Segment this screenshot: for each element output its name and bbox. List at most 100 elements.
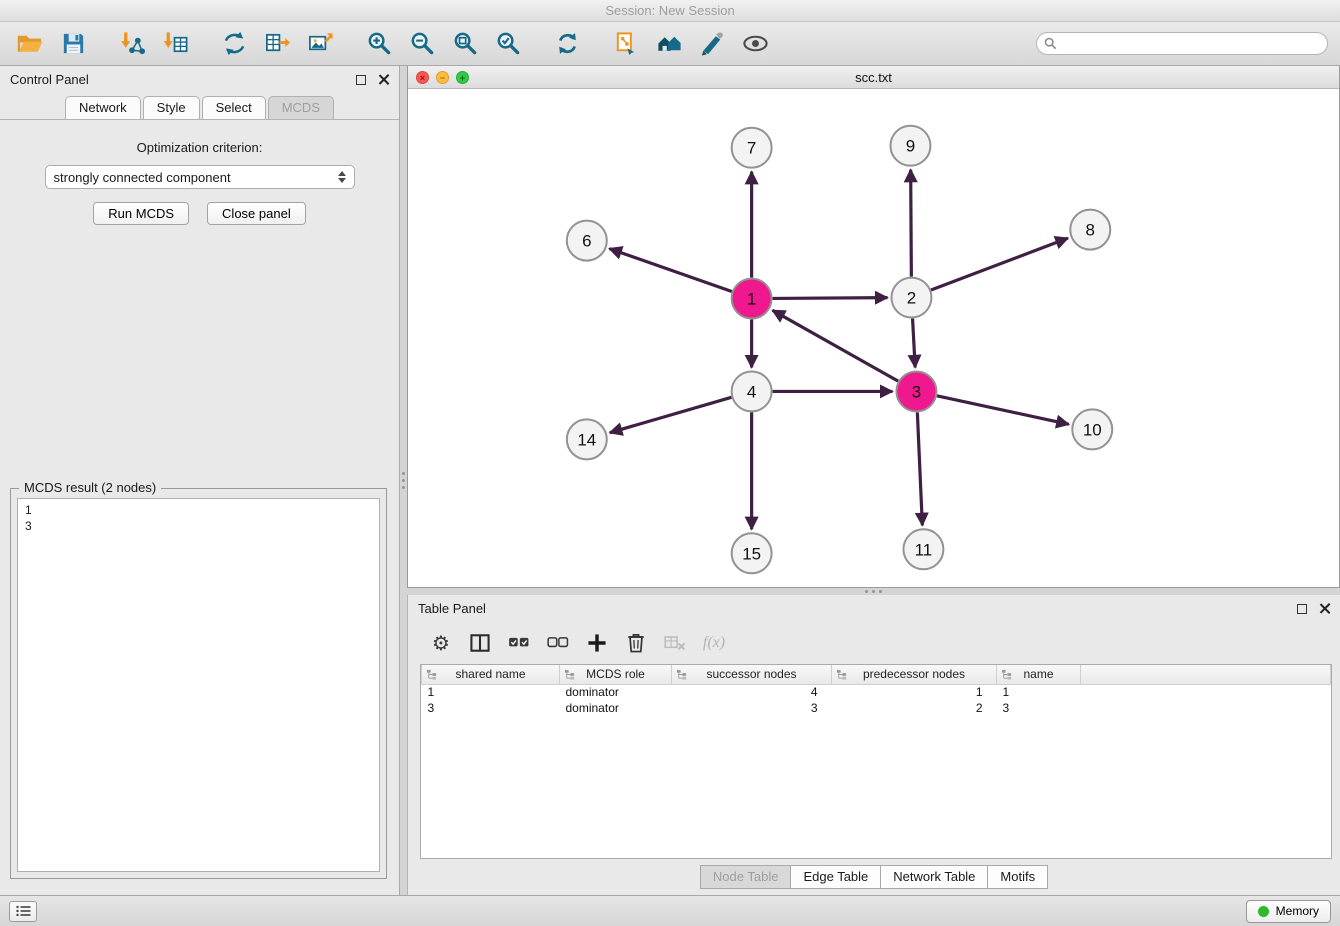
tab-network-table[interactable]: Network Table xyxy=(880,865,988,889)
node-label: 10 xyxy=(1083,420,1102,439)
attribute-type-icon xyxy=(676,669,687,683)
run-mcds-button[interactable]: Run MCDS xyxy=(93,202,189,225)
zoom-fit-icon[interactable] xyxy=(447,26,483,62)
add-column-icon[interactable] xyxy=(582,630,612,656)
column-header-name[interactable]: name xyxy=(997,665,1081,684)
node-10[interactable]: 10 xyxy=(1072,409,1112,449)
zoom-selected-icon[interactable] xyxy=(490,26,526,62)
cell-filler xyxy=(1081,684,1331,700)
export-image-icon[interactable] xyxy=(302,26,338,62)
cell-predecessor-nodes[interactable]: 1 xyxy=(832,684,997,700)
split-panel-icon[interactable] xyxy=(465,630,495,656)
apply-style-icon[interactable] xyxy=(694,26,730,62)
panel-splitter-vertical[interactable] xyxy=(400,66,407,895)
control-panel-title: Control Panel xyxy=(10,72,89,87)
delete-table-icon xyxy=(660,630,690,656)
edge-2-9[interactable] xyxy=(911,170,912,277)
node-9[interactable]: 9 xyxy=(890,126,930,166)
deselect-all-rows-icon[interactable] xyxy=(543,630,573,656)
table-settings-gear-icon[interactable]: ⚙ xyxy=(426,630,456,656)
mcds-result-title: MCDS result (2 nodes) xyxy=(19,480,161,495)
column-header-successor-nodes[interactable]: successor nodes xyxy=(672,665,832,684)
tab-style[interactable]: Style xyxy=(143,96,200,119)
export-table-icon[interactable] xyxy=(259,26,295,62)
node-4[interactable]: 4 xyxy=(732,371,772,411)
tab-mcds[interactable]: MCDS xyxy=(268,96,334,119)
search-input[interactable] xyxy=(1062,36,1320,51)
open-session-icon[interactable] xyxy=(12,26,48,62)
edge-3-10[interactable] xyxy=(937,396,1069,424)
minimize-window-icon[interactable]: − xyxy=(436,71,449,84)
import-network-from-file-icon[interactable] xyxy=(114,26,150,62)
cell-mcds-role[interactable]: dominator xyxy=(560,684,672,700)
close-table-panel-icon[interactable] xyxy=(1319,603,1330,614)
cell-mcds-role[interactable]: dominator xyxy=(560,700,672,716)
close-window-icon[interactable]: × xyxy=(416,71,429,84)
zoom-out-icon[interactable] xyxy=(404,26,440,62)
float-panel-icon[interactable] xyxy=(356,75,366,85)
window-title: Session: New Session xyxy=(605,3,734,18)
tab-edge-table[interactable]: Edge Table xyxy=(790,865,881,889)
tab-motifs[interactable]: Motifs xyxy=(987,865,1048,889)
cell-successor-nodes[interactable]: 4 xyxy=(672,684,832,700)
network-canvas[interactable]: 7 9 6 8 1 2 4 3 14 10 15 11 xyxy=(408,89,1339,587)
edge-3-1[interactable] xyxy=(773,310,899,381)
node-label: 3 xyxy=(912,382,921,401)
table-row[interactable]: 3dominator323 xyxy=(422,700,1331,716)
mcds-result-list[interactable]: 13 xyxy=(17,498,380,872)
node-3[interactable]: 3 xyxy=(896,371,936,411)
table-panel-header: Table Panel xyxy=(408,595,1340,622)
column-header-shared-name[interactable]: shared name xyxy=(422,665,560,684)
network-share-icon[interactable] xyxy=(216,26,252,62)
save-session-icon[interactable] xyxy=(55,26,91,62)
import-table-from-file-icon[interactable] xyxy=(157,26,193,62)
node-15[interactable]: 15 xyxy=(732,533,772,573)
table-header-row: shared name MCDS role successor nodesprede… xyxy=(422,665,1331,684)
node-6[interactable]: 6 xyxy=(567,221,607,261)
edge-1-2[interactable] xyxy=(773,298,888,299)
cell-predecessor-nodes[interactable]: 2 xyxy=(832,700,997,716)
select-all-rows-icon[interactable] xyxy=(504,630,534,656)
node-1[interactable]: 1 xyxy=(732,279,772,319)
edge-3-11[interactable] xyxy=(917,412,922,525)
node-7[interactable]: 7 xyxy=(732,128,772,168)
show-graphics-details-icon[interactable] xyxy=(737,26,773,62)
edge-2-8[interactable] xyxy=(931,238,1068,290)
zoom-in-icon[interactable] xyxy=(361,26,397,62)
edge-2-3[interactable] xyxy=(913,319,916,368)
edge-1-6[interactable] xyxy=(609,249,731,292)
attribute-type-icon xyxy=(836,669,847,683)
tab-node-table[interactable]: Node Table xyxy=(700,865,792,889)
table-row[interactable]: 1dominator411 xyxy=(422,684,1331,700)
refresh-network-icon[interactable] xyxy=(549,26,585,62)
node-8[interactable]: 8 xyxy=(1070,210,1110,250)
column-header-mcds-role[interactable]: MCDS role xyxy=(560,665,672,684)
edge-4-14[interactable] xyxy=(610,397,732,432)
column-header-predecessor-nodes[interactable]: predecessor nodes xyxy=(832,665,997,684)
delete-column-icon[interactable] xyxy=(621,630,651,656)
node-2[interactable]: 2 xyxy=(891,278,931,318)
close-panel-button[interactable]: Close panel xyxy=(207,202,306,225)
cell-name[interactable]: 3 xyxy=(997,700,1081,716)
float-table-panel-icon[interactable] xyxy=(1297,604,1307,614)
zoom-window-icon[interactable]: + xyxy=(456,71,469,84)
cell-successor-nodes[interactable]: 3 xyxy=(672,700,832,716)
node-11[interactable]: 11 xyxy=(903,529,943,569)
search-box[interactable] xyxy=(1036,32,1328,55)
cell-name[interactable]: 1 xyxy=(997,684,1081,700)
column-header-label: MCDS role xyxy=(564,667,667,681)
cell-shared-name[interactable]: 1 xyxy=(422,684,560,700)
close-panel-icon[interactable] xyxy=(378,74,389,85)
cell-shared-name[interactable]: 3 xyxy=(422,700,560,716)
panel-splitter-horizontal[interactable] xyxy=(407,588,1340,595)
column-header-label: shared name xyxy=(426,667,555,681)
home-view-icon[interactable] xyxy=(651,26,687,62)
memory-button[interactable]: Memory xyxy=(1246,900,1331,923)
criterion-dropdown[interactable]: strongly connected component xyxy=(45,165,355,189)
tab-network[interactable]: Network xyxy=(65,96,141,119)
tab-select[interactable]: Select xyxy=(202,96,266,119)
column-header-label: name xyxy=(1001,667,1076,681)
clone-network-icon[interactable] xyxy=(608,26,644,62)
show-panels-button[interactable] xyxy=(9,901,37,922)
node-14[interactable]: 14 xyxy=(567,419,607,459)
